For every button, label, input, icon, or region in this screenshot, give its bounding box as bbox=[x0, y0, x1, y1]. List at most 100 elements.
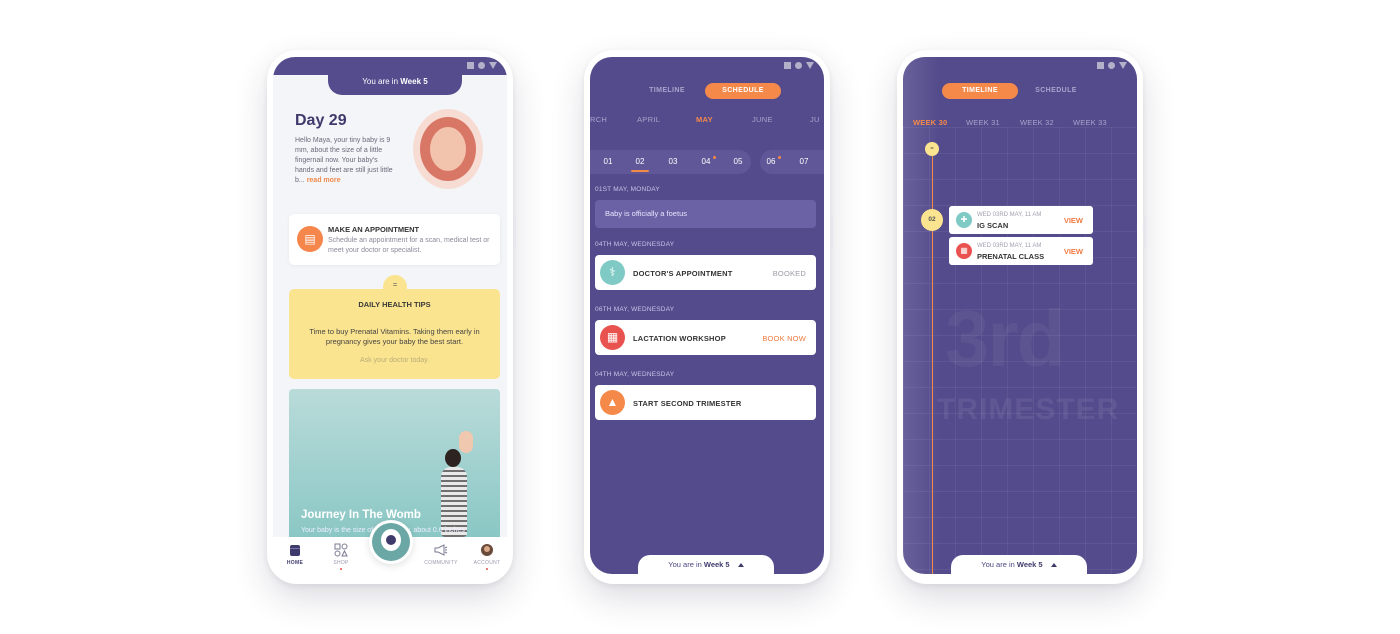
center-fab-button[interactable] bbox=[369, 520, 413, 564]
schedule-date-header: 01ST MAY, MONDAY bbox=[595, 186, 660, 193]
shop-icon bbox=[334, 543, 348, 557]
home-icon bbox=[290, 545, 300, 556]
side-button bbox=[1143, 215, 1146, 249]
week-30[interactable]: WEEK 30 bbox=[913, 118, 947, 127]
dot-icon bbox=[1108, 62, 1115, 69]
make-appointment-card[interactable]: ▤ MAKE AN APPOINTMENT Schedule an appoin… bbox=[289, 214, 500, 265]
nav-community-label: COMMUNITY bbox=[424, 560, 458, 566]
tips-handle-icon[interactable]: = bbox=[383, 275, 407, 299]
wifi-icon bbox=[1119, 62, 1127, 69]
day-title: Day 29 bbox=[295, 112, 347, 129]
fetus-illustration bbox=[430, 127, 466, 171]
trimester-number: 3rd bbox=[945, 294, 1065, 383]
date-03[interactable]: 03 bbox=[665, 157, 681, 166]
week-32[interactable]: WEEK 32 bbox=[1020, 118, 1054, 127]
date-06[interactable]: 06 bbox=[763, 157, 779, 166]
nav-shop[interactable]: SHOP bbox=[323, 543, 359, 570]
tips-text: Time to buy Prenatal Vitamins. Taking th… bbox=[309, 327, 480, 346]
event-date: WED 03RD MAY, 11 AM bbox=[977, 212, 1042, 218]
read-more-link[interactable]: read more bbox=[307, 177, 341, 184]
month-may[interactable]: MAY bbox=[696, 115, 713, 124]
tab-schedule[interactable]: SCHEDULE bbox=[705, 83, 781, 99]
side-button bbox=[513, 215, 516, 249]
month-april[interactable]: APRIL bbox=[637, 115, 660, 124]
dot-icon bbox=[795, 62, 802, 69]
status-bar bbox=[467, 62, 497, 69]
nav-account-label: ACCOUNT bbox=[473, 560, 501, 566]
event-title: IG SCAN bbox=[977, 221, 1009, 230]
schedule-date-header: 04TH MAY, WEDNESDAY bbox=[595, 371, 675, 378]
nav-account-dot bbox=[486, 568, 488, 570]
tab-timeline[interactable]: TIMELINE bbox=[942, 83, 1018, 99]
status-bar bbox=[1097, 62, 1127, 69]
week-banner-prefix: You are in bbox=[981, 560, 1015, 569]
signal-icon bbox=[1097, 62, 1104, 69]
signal-icon bbox=[784, 62, 791, 69]
milestone-card[interactable]: Baby is officially a foetus bbox=[595, 200, 816, 228]
megaphone-icon bbox=[434, 544, 448, 556]
status-bar bbox=[784, 62, 814, 69]
tab-schedule[interactable]: SCHEDULE bbox=[1018, 83, 1094, 99]
prenatal-class-event-card[interactable]: ▦ WED 03RD MAY, 11 AM PRENATAL CLASS VIE… bbox=[949, 237, 1093, 265]
week-banner-week: Week 5 bbox=[703, 560, 730, 569]
schedule-date-header: 04TH MAY, WEDNESDAY bbox=[595, 241, 675, 248]
calendar-icon: ▦ bbox=[600, 325, 625, 350]
trimester-word: TRIMESTER bbox=[937, 393, 1120, 426]
date-02[interactable]: 02 bbox=[632, 157, 648, 166]
caret-up-icon bbox=[1050, 563, 1057, 568]
week-banner-week: Week 5 bbox=[1016, 560, 1043, 569]
event-title: START SECOND TRIMESTER bbox=[633, 399, 742, 408]
wifi-icon bbox=[489, 62, 497, 69]
schedule-date-header: 06TH MAY, WEDNESDAY bbox=[595, 306, 675, 313]
week-banner[interactable]: You are in Week 5 bbox=[328, 69, 462, 95]
date-05[interactable]: 05 bbox=[730, 157, 746, 166]
syringe-icon: ✚ bbox=[956, 212, 972, 228]
lactation-workshop-card[interactable]: ▦ LACTATION WORKSHOP BOOK NOW bbox=[595, 320, 816, 355]
nav-community[interactable]: COMMUNITY bbox=[423, 543, 459, 566]
fab-inner bbox=[381, 529, 401, 551]
month-next-partial[interactable]: JU bbox=[810, 115, 820, 124]
second-trimester-card[interactable]: ▲ START SECOND TRIMESTER bbox=[595, 385, 816, 420]
day-badge: 02 bbox=[921, 209, 943, 231]
date-01[interactable]: 01 bbox=[600, 157, 616, 166]
nav-home-label: HOME bbox=[286, 560, 304, 566]
womb-illustration bbox=[413, 109, 483, 189]
date-04[interactable]: 04 bbox=[698, 157, 714, 166]
book-now-button[interactable]: BOOK NOW bbox=[762, 334, 806, 343]
ig-scan-event-card[interactable]: ✚ WED 03RD MAY, 11 AM IG SCAN VIEW bbox=[949, 206, 1093, 234]
nav-shop-label: SHOP bbox=[333, 560, 349, 566]
week-33[interactable]: WEEK 33 bbox=[1073, 118, 1107, 127]
week-banner[interactable]: You are in Week 5 bbox=[638, 555, 774, 574]
signal-icon bbox=[467, 62, 474, 69]
week-banner[interactable]: You are in Week 5 bbox=[951, 555, 1087, 574]
tips-ask-doctor: Ask your doctor today. bbox=[359, 357, 430, 364]
mother-head bbox=[445, 449, 461, 467]
month-june[interactable]: JUNE bbox=[752, 115, 773, 124]
nav-account[interactable]: ACCOUNT bbox=[469, 543, 505, 570]
view-button[interactable]: VIEW bbox=[1064, 247, 1083, 256]
view-button[interactable]: VIEW bbox=[1064, 216, 1083, 225]
avatar-icon bbox=[481, 544, 493, 556]
tab-timeline[interactable]: TIMELINE bbox=[629, 83, 705, 99]
week-31[interactable]: WEEK 31 bbox=[966, 118, 1000, 127]
side-button bbox=[830, 215, 833, 249]
nav-shop-dot bbox=[340, 568, 342, 570]
stethoscope-icon: ⚕ bbox=[600, 260, 625, 285]
view-tabs: TIMELINE SCHEDULE bbox=[903, 83, 1137, 99]
date-07[interactable]: 07 bbox=[796, 157, 812, 166]
nav-home[interactable]: HOME bbox=[277, 543, 313, 566]
day-description: Hello Maya, your tiny baby is 9 mm, abou… bbox=[295, 136, 397, 186]
event-title: LACTATION WORKSHOP bbox=[633, 334, 726, 343]
baby-figure bbox=[459, 431, 473, 453]
week-banner-week: Week 5 bbox=[400, 77, 428, 86]
date-06-event-dot bbox=[778, 156, 781, 159]
month-prev-partial[interactable]: RCH bbox=[590, 115, 607, 124]
daily-health-tips-card[interactable]: DAILY HEALTH TIPS Time to buy Prenatal V… bbox=[289, 289, 500, 379]
event-date: WED 03RD MAY, 11 AM bbox=[977, 243, 1042, 249]
appointment-description: Schedule an appointment for a scan, medi… bbox=[328, 237, 490, 254]
doctors-appointment-card[interactable]: ⚕ DOCTOR'S APPOINTMENT BOOKED bbox=[595, 255, 816, 290]
event-status-booked: BOOKED bbox=[772, 269, 806, 278]
timeline-screen: 3rd TRIMESTER TIMELINE SCHEDULE WEEK 30 … bbox=[903, 57, 1137, 574]
selected-date-indicator bbox=[631, 170, 649, 172]
event-title: DOCTOR'S APPOINTMENT bbox=[633, 269, 733, 278]
